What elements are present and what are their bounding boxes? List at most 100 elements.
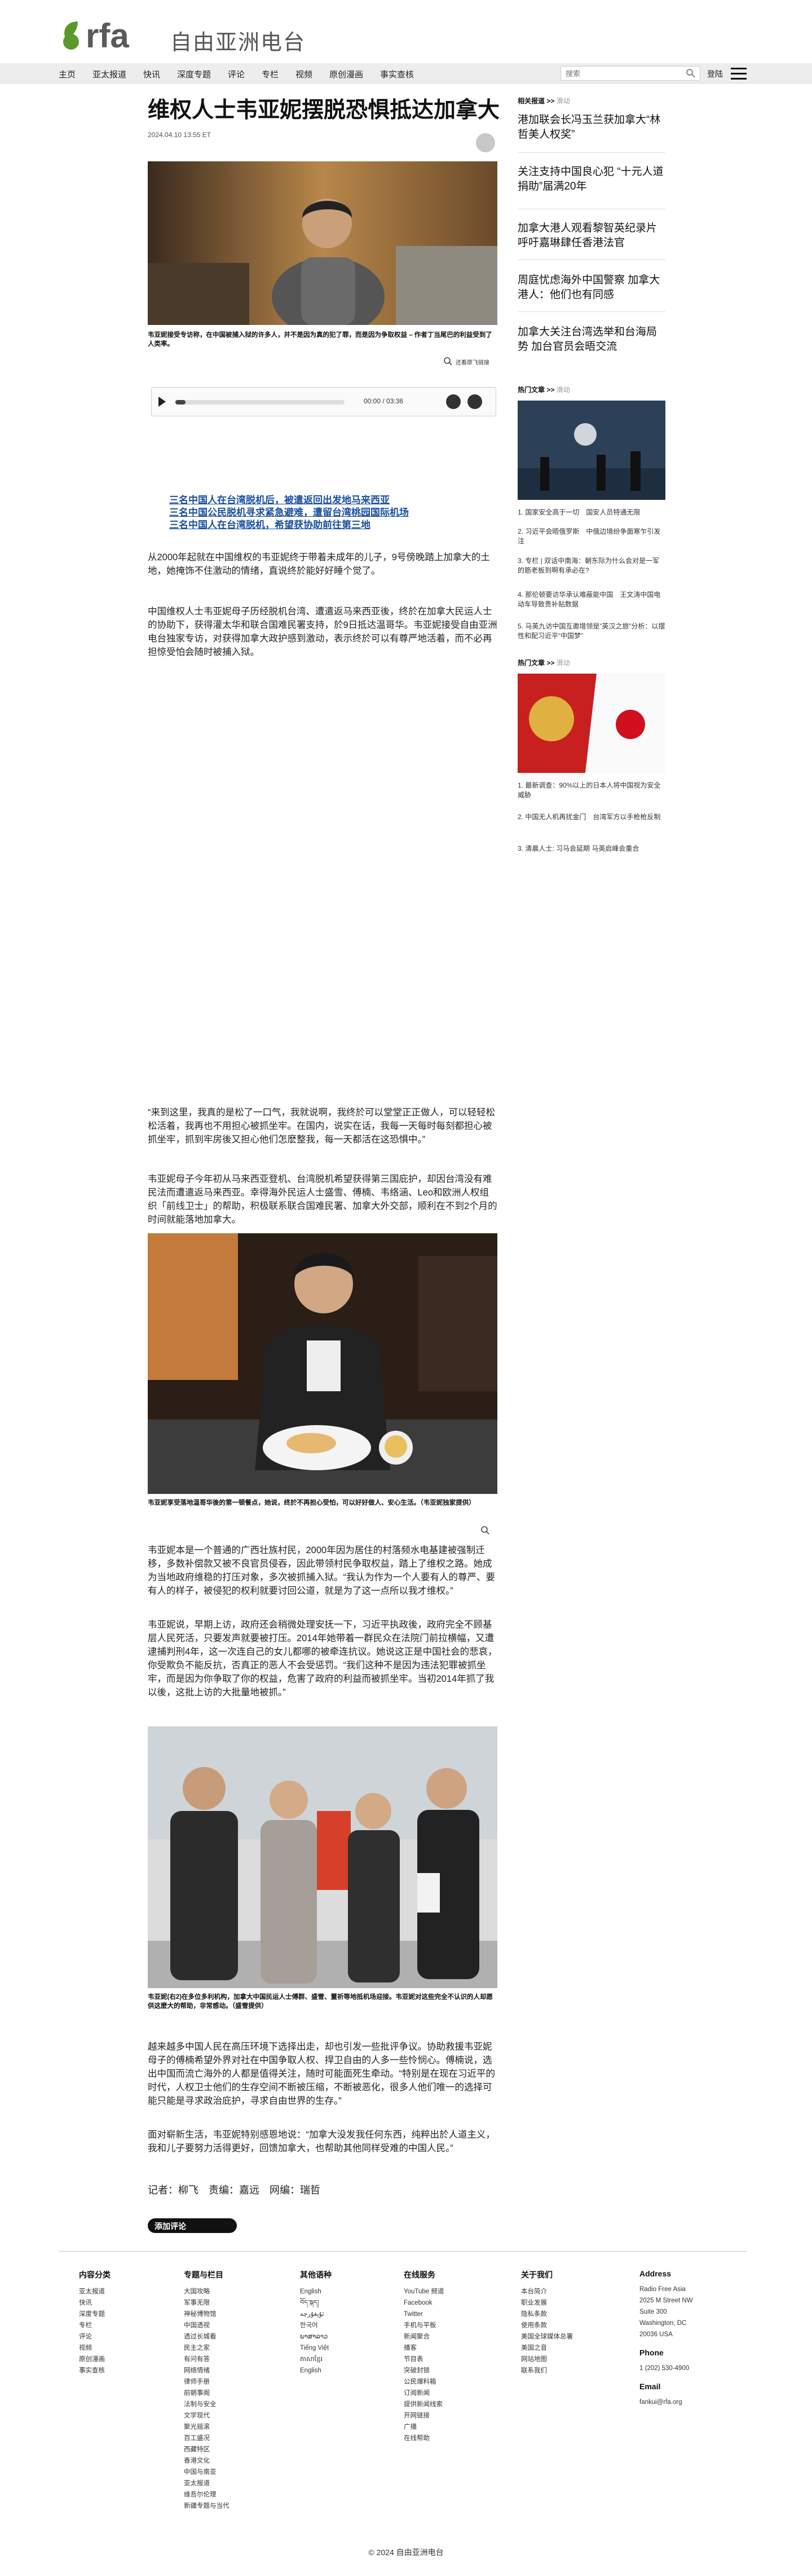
footer-link[interactable]: 中国与南亚	[184, 2467, 268, 2478]
hot-list-item[interactable]: 4. 那伦顿要访华承认难蔽能中国 王文涛中国电动车导致贵补贴数据	[518, 590, 665, 609]
footer-link[interactable]: 有问有答	[184, 2354, 268, 2365]
audio-progress-bar[interactable]	[175, 400, 345, 405]
footer-link[interactable]: 亚太报道	[184, 2478, 268, 2489]
footer-link[interactable]: 新疆专题与当代	[184, 2500, 268, 2512]
login-link[interactable]: 登陆	[707, 68, 723, 80]
zoom-icon[interactable]	[480, 1526, 489, 1535]
footer-link[interactable]: 美国全球媒体总署	[521, 2331, 606, 2342]
sidebar-hot-title-2[interactable]: 热门文章 >>	[518, 659, 554, 667]
share-icon[interactable]	[476, 133, 495, 152]
related-link[interactable]: 三名中国人在台湾脱机后，被遣返回出发地马来西亚	[169, 494, 485, 507]
hamburger-menu-icon[interactable]	[731, 68, 747, 80]
footer-link[interactable]: ភាសាខ្មែរ	[300, 2354, 385, 2365]
footer-link[interactable]: 透过长城看	[184, 2331, 268, 2342]
nav-item-features[interactable]: 深度专题	[177, 68, 211, 80]
related-link[interactable]: 三名中国人在台湾脱机，希望获协助前往第三地	[169, 519, 485, 531]
footer-link[interactable]: 在线帮助	[404, 2433, 488, 2444]
footer-link[interactable]: 事实查核	[79, 2365, 164, 2376]
footer-link[interactable]: 神秘博物馆	[184, 2309, 268, 2320]
email-link[interactable]: fankui@rfa.org	[639, 2397, 724, 2408]
phone-number[interactable]: 1 (202) 530-4900	[639, 2363, 724, 2374]
footer-link[interactable]: 香港文化	[184, 2455, 268, 2467]
footer-link[interactable]: 百工盛况	[184, 2433, 268, 2444]
hot-list-item[interactable]: 3. 专栏 | 双话中南海：朝东际为什么会对是一军的筋老板到啊有承必在?	[518, 556, 665, 575]
footer-link[interactable]: 隐私条款	[521, 2309, 606, 2320]
nav-item-cartoons[interactable]: 原创漫画	[329, 68, 363, 80]
download-icon[interactable]	[467, 394, 482, 409]
footer-link[interactable]: 军事无限	[184, 2297, 268, 2309]
footer-link[interactable]: Tiếng Việt	[300, 2342, 385, 2354]
footer-link[interactable]: 西藏特区	[184, 2444, 268, 2455]
sidebar-story[interactable]: 加拿大关注台湾选举和台海局势 加台官员会晤交流	[518, 325, 665, 354]
footer-link[interactable]: 突破封锁	[404, 2365, 488, 2376]
nav-item-factcheck[interactable]: 事实查核	[380, 68, 414, 80]
footer-link[interactable]: 节目表	[404, 2354, 488, 2365]
footer-link[interactable]: 前朝事阁	[184, 2388, 268, 2399]
footer-link[interactable]: Twitter	[404, 2309, 488, 2320]
footer-link[interactable]: 美国之音	[521, 2342, 606, 2354]
footer-link[interactable]: 民主之家	[184, 2342, 268, 2354]
footer-link[interactable]: 深度专题	[79, 2309, 164, 2320]
sidebar-hot-image-2[interactable]	[518, 674, 665, 773]
search-input[interactable]	[566, 68, 678, 78]
footer-link[interactable]: English	[300, 2365, 385, 2376]
zoom-icon[interactable]	[443, 357, 452, 366]
footer-link[interactable]: 订阅新闻	[404, 2388, 488, 2399]
footer-link[interactable]: 维吾尔伦理	[184, 2489, 268, 2500]
original-size-link[interactable]: 还看原飞链接	[456, 358, 489, 366]
footer-link[interactable]: ພາສາລາວ	[300, 2331, 385, 2342]
footer-link[interactable]: 法制与安全	[184, 2399, 268, 2410]
hot-list-item[interactable]: 2. 中国无人机再扰金门 台湾军方以手枪枪反制	[518, 812, 665, 822]
footer-link[interactable]: 한국어	[300, 2320, 385, 2331]
footer-link[interactable]: 提供新闻线索	[404, 2399, 488, 2410]
hot-list-item[interactable]: 5. 马英九访中国互邀增领是”英汉之旅”分析：以摆性和配习近平“中国梦”	[518, 622, 665, 641]
sidebar-hot-title[interactable]: 热门文章 >>	[518, 386, 554, 394]
hot-list-item[interactable]: 1. 最新调查：90%以上的日本人将中国视为安全威胁	[518, 781, 665, 800]
hot-list-item[interactable]: 3. 清晨人士: 习马会延期 马英启峰会重合	[518, 844, 665, 854]
footer-link[interactable]: བོད་སྐད།	[300, 2297, 385, 2309]
footer-link[interactable]: 公民爆料箱	[404, 2376, 488, 2388]
footer-link[interactable]: 聚光摇滚	[184, 2421, 268, 2433]
footer-link[interactable]: 原创漫画	[79, 2354, 164, 2365]
sidebar-related-title[interactable]: 相关报道 >>	[518, 97, 554, 105]
nav-item-video[interactable]: 视频	[295, 68, 312, 80]
sidebar-story[interactable]: 加拿大港人观看黎智英纪录片 呼吁嘉琳肆任香港法官	[518, 221, 665, 250]
footer-link[interactable]: 文学现代	[184, 2410, 268, 2421]
sidebar-story[interactable]: 关注支持中国良心犯 “十元人道捐助”届满20年	[518, 165, 665, 194]
subscribe-podcast-icon[interactable]	[446, 394, 461, 409]
footer-link[interactable]: 评论	[79, 2331, 164, 2342]
footer-link[interactable]: ئۇيغۇرچە	[300, 2309, 385, 2320]
nav-item-opinion[interactable]: 评论	[228, 68, 245, 80]
footer-link[interactable]: 播客	[404, 2342, 488, 2354]
footer-link[interactable]: 专栏	[79, 2320, 164, 2331]
footer-link[interactable]: 新闻聚合	[404, 2331, 488, 2342]
sidebar-hot-image[interactable]	[518, 401, 665, 500]
footer-link[interactable]: 本台简介	[521, 2286, 606, 2297]
footer-link[interactable]: 快讯	[79, 2297, 164, 2309]
footer-link[interactable]: 网站地图	[521, 2354, 606, 2365]
nav-item-home[interactable]: 主页	[59, 68, 76, 80]
footer-link[interactable]: 手机与平板	[404, 2320, 488, 2331]
rfa-logo[interactable]: rfa	[59, 17, 156, 53]
footer-link[interactable]: 亚太报道	[79, 2286, 164, 2297]
footer-link[interactable]: English	[300, 2286, 385, 2297]
footer-link[interactable]: 网络情绪	[184, 2365, 268, 2376]
sidebar-story[interactable]: 港加联会长冯玉兰获加拿大“林哲美人权奖”	[518, 113, 665, 142]
nav-item-asia[interactable]: 亚太报道	[92, 68, 126, 80]
nav-item-news[interactable]: 快讯	[143, 68, 160, 80]
related-link[interactable]: 三名中国公民脱机寻求紧急避难，遭留台湾桃园国际机场	[169, 507, 485, 519]
footer-link[interactable]: 使用条款	[521, 2320, 606, 2331]
hot-list-item[interactable]: 2. 习近平会晤俄罗斯 中俄边境纷争面寒乍引发注	[518, 527, 665, 546]
footer-link[interactable]: 广播	[404, 2421, 488, 2433]
play-icon[interactable]	[158, 397, 166, 407]
footer-link[interactable]: 开网链接	[404, 2410, 488, 2421]
hot-list-item[interactable]: 1. 国家安全高于一切 国安人员特通无限	[518, 508, 665, 517]
footer-link[interactable]: 职业发展	[521, 2297, 606, 2309]
footer-link[interactable]: Facebook	[404, 2297, 488, 2309]
footer-link[interactable]: 律师手册	[184, 2376, 268, 2388]
nav-item-columns[interactable]: 专栏	[262, 68, 279, 80]
footer-link[interactable]: 联系我们	[521, 2365, 606, 2376]
footer-link[interactable]: 中国透视	[184, 2320, 268, 2331]
sidebar-story[interactable]: 周庭忧虑海外中国警察 加拿大港人：他们也有同感	[518, 273, 665, 302]
footer-link[interactable]: YouTube 频道	[404, 2286, 488, 2297]
